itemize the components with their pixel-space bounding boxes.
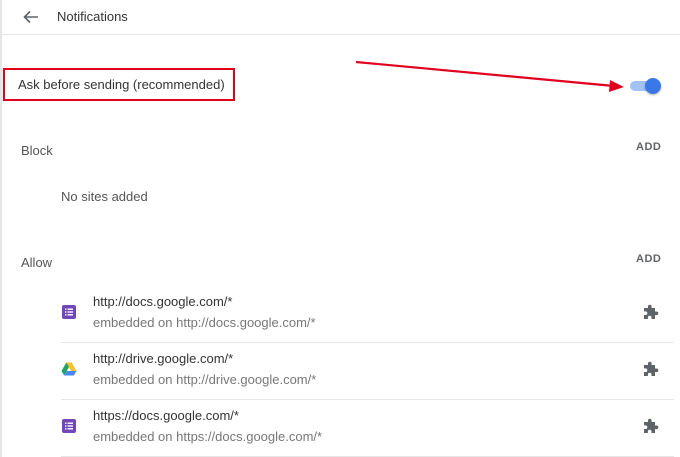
toggle-knob bbox=[645, 78, 661, 94]
ask-before-sending-toggle[interactable] bbox=[630, 77, 662, 95]
header-divider bbox=[2, 34, 680, 35]
site-row[interactable]: http://docs.google.com/* embedded on htt… bbox=[61, 286, 678, 342]
site-url: http://drive.google.com/* bbox=[93, 351, 234, 366]
site-embedded-text: embedded on http://docs.google.com/* bbox=[93, 315, 316, 330]
left-panel-border bbox=[0, 0, 2, 457]
site-url: https://docs.google.com/* bbox=[93, 408, 239, 423]
arrow-back-icon[interactable] bbox=[21, 7, 41, 27]
extension-puzzle-icon[interactable] bbox=[641, 302, 661, 322]
extension-puzzle-icon[interactable] bbox=[641, 359, 661, 379]
block-empty-text: No sites added bbox=[61, 189, 148, 204]
page-title: Notifications bbox=[57, 9, 128, 24]
google-docs-icon bbox=[61, 304, 77, 320]
allow-add-button[interactable]: ADD bbox=[636, 253, 661, 265]
allow-section-label: Allow bbox=[21, 255, 53, 270]
google-docs-icon bbox=[61, 418, 77, 434]
site-url: http://docs.google.com/* bbox=[93, 294, 233, 309]
page-header: Notifications bbox=[2, 0, 680, 34]
site-row[interactable]: https://docs.google.com/* embedded on ht… bbox=[61, 400, 678, 456]
extension-puzzle-icon[interactable] bbox=[641, 416, 661, 436]
block-add-button[interactable]: ADD bbox=[636, 141, 661, 153]
site-embedded-text: embedded on https://docs.google.com/* bbox=[93, 429, 323, 444]
site-embedded-text: embedded on http://drive.google.com/* bbox=[93, 372, 317, 387]
block-section-label: Block bbox=[21, 143, 53, 158]
site-row[interactable]: http://drive.google.com/* embedded on ht… bbox=[61, 343, 678, 399]
ask-before-sending-label: Ask before sending (recommended) bbox=[18, 77, 225, 92]
google-drive-icon bbox=[61, 361, 77, 377]
